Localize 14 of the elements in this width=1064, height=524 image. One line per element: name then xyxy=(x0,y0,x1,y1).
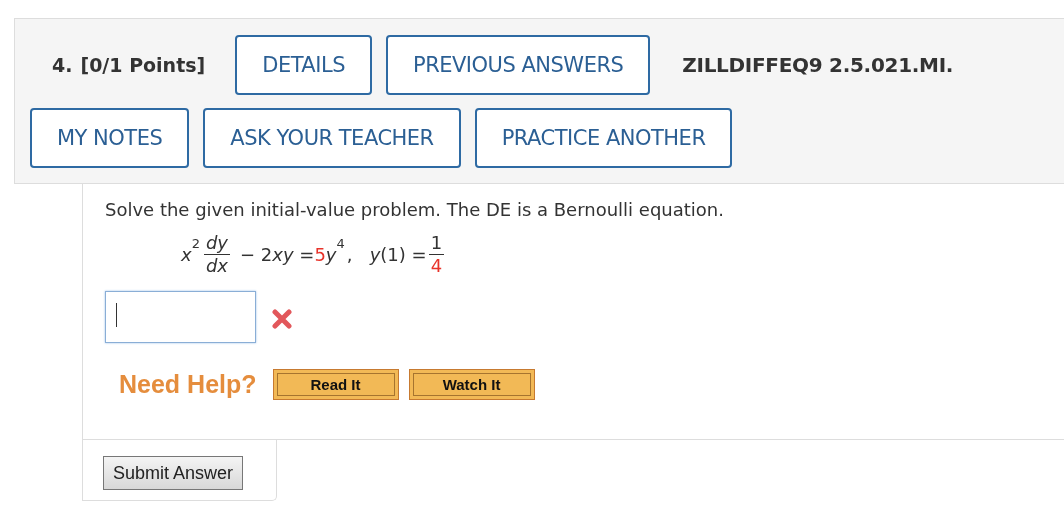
header-button[interactable]: PREVIOUS ANSWERS xyxy=(385,35,651,95)
question-code: ZILLDIFFEQ9 2.5.021.MI. xyxy=(682,53,954,77)
need-help-label: Need Help? xyxy=(119,370,257,399)
header-button[interactable]: ASK YOUR TEACHER xyxy=(203,108,461,168)
submit-answer-button[interactable]: Submit Answer xyxy=(103,456,244,490)
question-text: Solve the given initial-value problem. The DE is a Bernoulli equation. xyxy=(104,198,725,220)
header-button[interactable]: MY NOTES xyxy=(30,108,190,168)
header-button[interactable]: DETAILS xyxy=(235,35,372,95)
help-button[interactable]: Watch It xyxy=(408,369,535,400)
help-button[interactable]: Read It xyxy=(272,369,399,400)
question-number: 4. xyxy=(52,54,73,76)
points-label: [0/1 Points] xyxy=(80,54,206,76)
header-button[interactable]: PRACTICE ANOTHER xyxy=(474,108,733,168)
answer-field[interactable] xyxy=(105,291,256,343)
